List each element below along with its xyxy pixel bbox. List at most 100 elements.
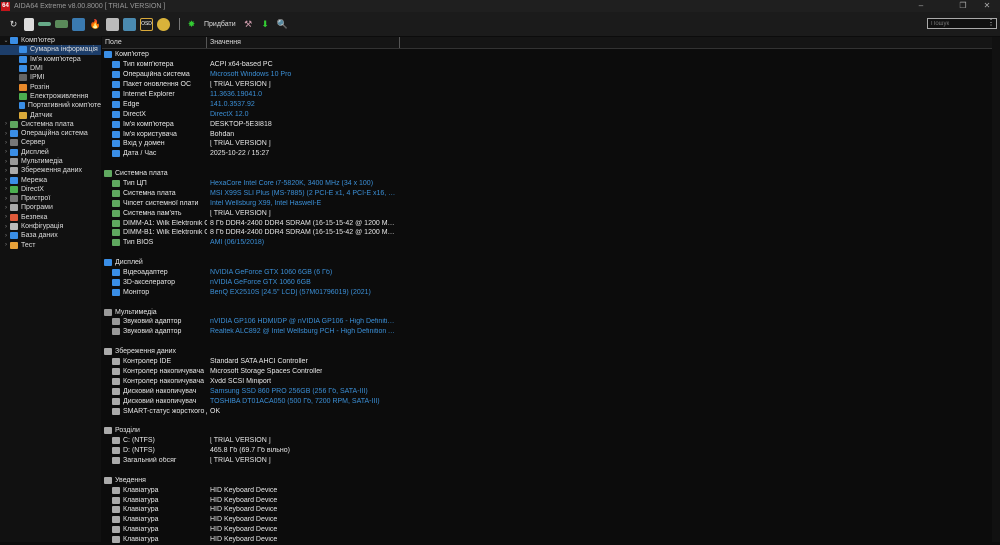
tree-item[interactable]: › Мережа — [0, 175, 101, 184]
expand-icon[interactable]: › — [2, 224, 10, 230]
flame-icon[interactable]: 🔥 — [89, 18, 102, 31]
field-value[interactable]: Intel Wellsburg X99, Intel Haswell-E — [207, 200, 321, 207]
star-icon[interactable]: ✸ — [185, 18, 198, 31]
disk-icon[interactable] — [38, 22, 51, 26]
table-row[interactable]: Тип комп'ютера ACPI x64-based PC — [102, 60, 1000, 70]
table-row[interactable]: Дата / Час 2025-10-22 / 15:27 — [102, 149, 1000, 159]
table-row[interactable]: Дисковий накопичувач Samsung SSD 860 PRO … — [102, 386, 1000, 396]
table-row[interactable]: Контролер накопичувача Microsoft Storage … — [102, 367, 1000, 377]
field-value[interactable]: nVIDIA GP106 HDMI/DP @ nVIDIA GP106 - Hi… — [207, 318, 397, 325]
vertical-scrollbar[interactable] — [992, 37, 1000, 542]
expand-icon[interactable]: › — [2, 242, 10, 248]
table-row[interactable]: C: (NTFS) [ TRIAL VERSION ] — [102, 436, 1000, 446]
tree-item[interactable]: DMI — [0, 64, 101, 73]
tree-item[interactable]: ⌄ Комп'ютер — [0, 36, 101, 45]
table-row[interactable]: Чіпсет системної плати Intel Wellsburg X9… — [102, 198, 1000, 208]
column-header-field[interactable]: Поле — [102, 37, 207, 48]
expand-icon[interactable]: › — [2, 140, 10, 146]
field-value[interactable]: TOSHIBA DT01ACA050 (500 Гб, 7200 RPM, SA… — [207, 398, 380, 405]
tree-item[interactable]: › Програми — [0, 203, 101, 212]
tree-item[interactable]: Датчик — [0, 110, 101, 119]
table-row[interactable]: Системна пам'ять [ TRIAL VERSION ] — [102, 208, 1000, 218]
devices-icon[interactable] — [106, 17, 119, 31]
search-icon[interactable]: 🔍 — [276, 18, 289, 31]
tree-item[interactable]: › Пристрої — [0, 194, 101, 203]
osd-icon[interactable]: OSD — [140, 17, 153, 31]
field-value[interactable]: HexaCore Intel Core i7-5820K, 3400 MHz (… — [207, 180, 373, 187]
tree-item[interactable]: Портативний комп'юте — [0, 101, 101, 110]
table-row[interactable]: Клавіатура HID Keyboard Device — [102, 495, 1000, 505]
tree-item[interactable]: Сумарна інформація — [0, 45, 101, 55]
report-icon[interactable] — [24, 17, 34, 31]
tree-item[interactable]: › Конфігурація — [0, 222, 101, 231]
expand-icon[interactable]: › — [2, 177, 10, 183]
table-row[interactable]: Пакет оновлення ОС [ TRIAL VERSION ] — [102, 80, 1000, 90]
table-row[interactable]: Відеоадаптер NVIDIA GeForce GTX 1060 6GB … — [102, 268, 1000, 278]
minimize-button[interactable]: – — [908, 0, 934, 12]
user-icon[interactable] — [123, 17, 136, 31]
tree-item[interactable]: Електроживлення — [0, 92, 101, 101]
table-row[interactable]: Internet Explorer 11.3636.19041.0 — [102, 90, 1000, 100]
table-row[interactable]: DirectX DirectX 12.0 — [102, 109, 1000, 119]
table-row[interactable]: Клавіатура HID Keyboard Device — [102, 515, 1000, 525]
tree-item[interactable]: › Безпека — [0, 213, 101, 222]
table-row[interactable]: Edge 141.0.3537.92 — [102, 99, 1000, 109]
expand-icon[interactable]: › — [2, 196, 10, 202]
tree-item[interactable]: › Мультимедіа — [0, 157, 101, 166]
table-row[interactable]: Звуковий адаптор Realtek ALC892 @ Intel W… — [102, 327, 1000, 337]
expand-icon[interactable]: ⌄ — [2, 37, 10, 44]
table-row[interactable]: DIMM-B1: Wilk Elektronik G... 8 Гб DDR4-2… — [102, 228, 1000, 238]
tree-item[interactable]: IPMI — [0, 73, 101, 82]
field-value[interactable]: 11.3636.19041.0 — [207, 91, 262, 98]
field-value[interactable]: nVIDIA GeForce GTX 1060 6GB — [207, 279, 311, 286]
table-row[interactable]: Системна плата MSI X99S SLI Plus (MS-7885… — [102, 188, 1000, 198]
table-row[interactable]: Клавіатура HID Keyboard Device — [102, 525, 1000, 535]
tree-item[interactable]: Ім'я комп'ютера — [0, 55, 101, 64]
table-row[interactable]: Вхід у домен [ TRIAL VERSION ] — [102, 139, 1000, 149]
network-icon[interactable] — [72, 17, 85, 31]
field-value[interactable]: Microsoft Windows 10 Pro — [207, 71, 291, 78]
tree-item[interactable]: › Сервер — [0, 138, 101, 147]
table-row[interactable]: Операційна система Microsoft Windows 10 P… — [102, 70, 1000, 80]
field-value[interactable]: DirectX 12.0 — [207, 111, 249, 118]
expand-icon[interactable]: › — [2, 214, 10, 220]
tree-item[interactable]: › Тест — [0, 241, 101, 250]
table-row[interactable]: Монітор BenQ EX2510S [24.5" LCD] (57M0179… — [102, 287, 1000, 297]
table-row[interactable]: Звуковий адаптор nVIDIA GP106 HDMI/DP @ n… — [102, 317, 1000, 327]
expand-icon[interactable]: › — [2, 149, 10, 155]
tree-item[interactable]: Розгін — [0, 82, 101, 91]
table-row[interactable]: SMART-статус жорсткого д... OK — [102, 406, 1000, 416]
memory-icon[interactable] — [55, 20, 68, 28]
table-row[interactable]: Контролер накопичувача Xvdd SCSI Miniport — [102, 376, 1000, 386]
close-button[interactable]: ✕ — [974, 0, 1000, 12]
menu-icon[interactable]: ⋮ — [987, 18, 995, 27]
field-value[interactable]: Realtek ALC892 @ Intel Wellsburg PCH - H… — [207, 328, 397, 335]
field-value[interactable]: MSI X99S SLI Plus (MS-7885) (2 PCI-E x1,… — [207, 190, 397, 197]
expand-icon[interactable]: › — [2, 159, 10, 165]
sensor-icon[interactable] — [157, 17, 170, 31]
table-row[interactable]: Клавіатура HID Keyboard Device — [102, 535, 1000, 545]
table-row[interactable]: Дисковий накопичувач TOSHIBA DT01ACA050 (… — [102, 396, 1000, 406]
table-row[interactable]: DIMM-A1: Wilk Elektronik G... 8 Гб DDR4-2… — [102, 218, 1000, 228]
refresh-icon[interactable]: ↻ — [7, 18, 20, 31]
field-value[interactable]: Samsung SSD 860 PRO 256GB (256 Гб, SATA-… — [207, 388, 368, 395]
tree-item[interactable]: › DirectX — [0, 185, 101, 194]
field-value[interactable]: 141.0.3537.92 — [207, 101, 255, 108]
table-row[interactable]: Клавіатура HID Keyboard Device — [102, 485, 1000, 495]
expand-icon[interactable]: › — [2, 121, 10, 127]
tree-item[interactable]: › Збереження даних — [0, 166, 101, 175]
expand-icon[interactable]: › — [2, 205, 10, 211]
field-value[interactable]: BenQ EX2510S [24.5" LCD] (57M01796019) (… — [207, 289, 371, 296]
expand-icon[interactable]: › — [2, 186, 10, 192]
table-row[interactable]: 3D-акселератор nVIDIA GeForce GTX 1060 6G… — [102, 277, 1000, 287]
maximize-button[interactable]: ❐ — [950, 0, 976, 12]
download-icon[interactable]: ⬇ — [259, 18, 272, 31]
buy-button[interactable]: Придбати — [204, 21, 236, 28]
table-row[interactable]: Клавіатура HID Keyboard Device — [102, 505, 1000, 515]
table-row[interactable]: Загальний обсяг [ TRIAL VERSION ] — [102, 456, 1000, 466]
table-row[interactable]: Тип ЦП HexaCore Intel Core i7-5820K, 3400… — [102, 179, 1000, 189]
field-value[interactable]: NVIDIA GeForce GTX 1060 6GB (6 Гб) — [207, 269, 332, 276]
expand-icon[interactable]: › — [2, 233, 10, 239]
expand-icon[interactable]: › — [2, 168, 10, 174]
table-row[interactable]: Тип BIOS AMI (06/15/2018) — [102, 238, 1000, 248]
